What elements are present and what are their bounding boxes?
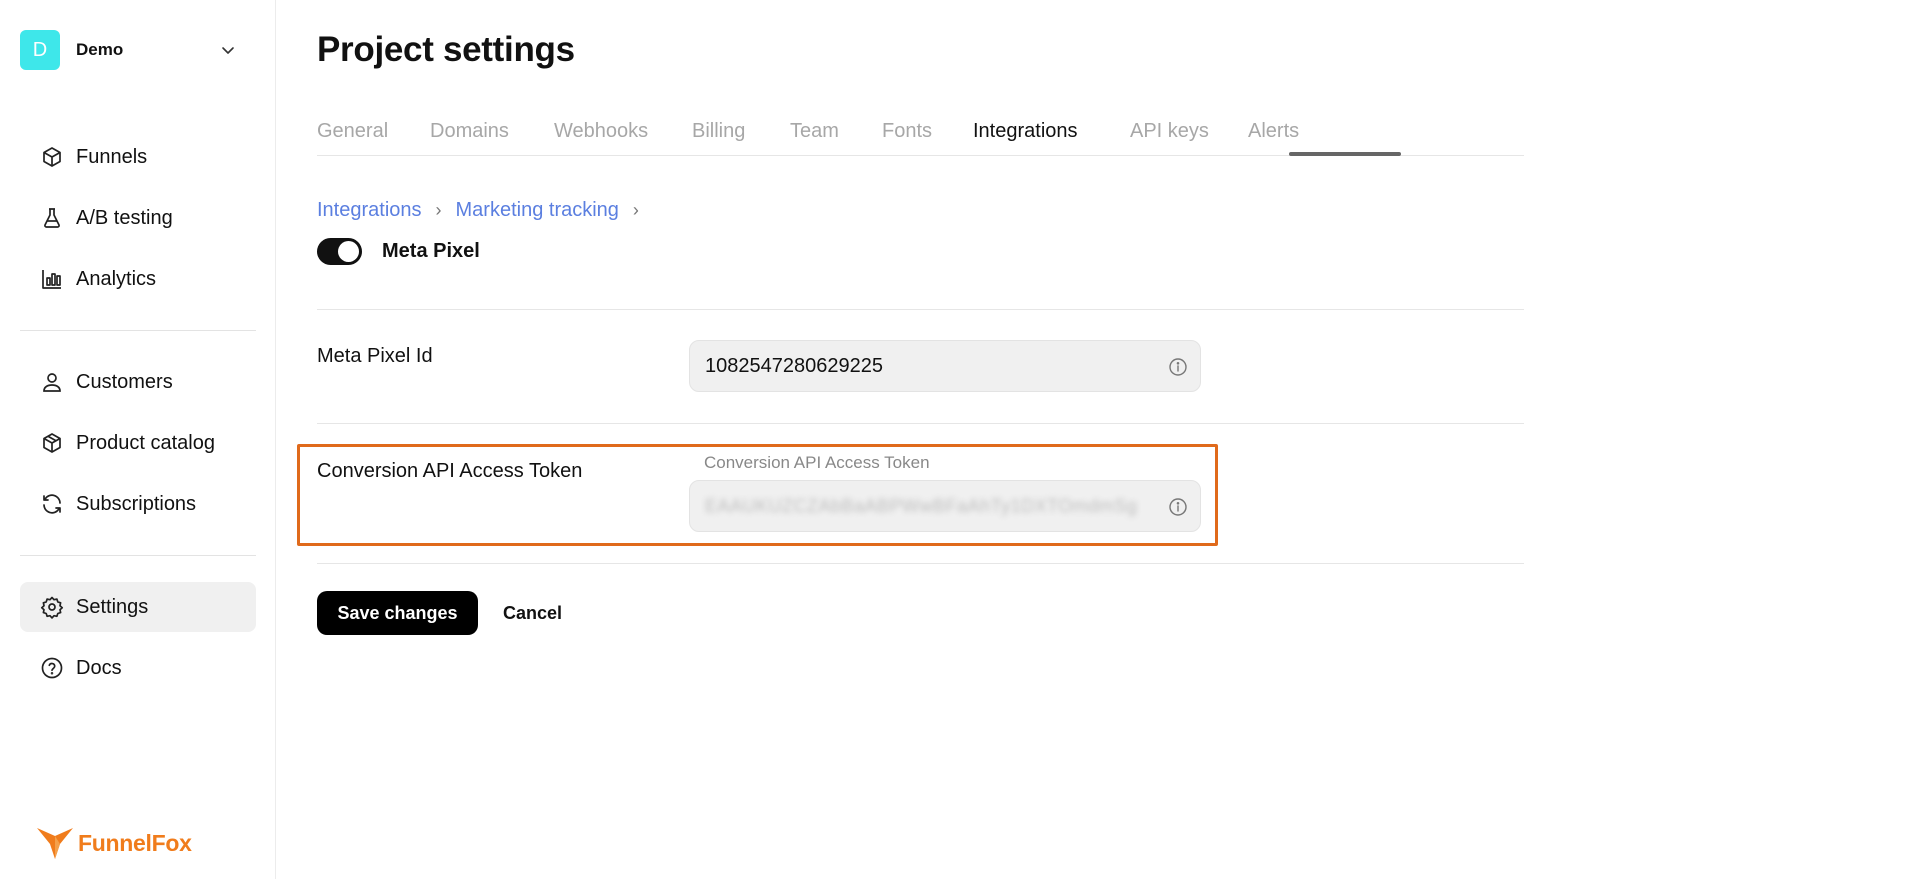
tab-billing[interactable]: Billing: [692, 120, 745, 143]
help-circle-icon: [41, 657, 63, 679]
workspace-switcher[interactable]: D Demo: [20, 30, 254, 70]
sidebar-item-label: A/B testing: [76, 206, 173, 229]
section-divider: [317, 563, 1524, 564]
info-icon[interactable]: [1168, 497, 1188, 517]
meta-pixel-id-input[interactable]: 1082547280629225: [689, 340, 1201, 392]
tab-api-keys[interactable]: API keys: [1130, 120, 1209, 143]
sidebar-divider: [20, 330, 256, 331]
sidebar-item-label: Subscriptions: [76, 492, 197, 515]
sidebar-item-label: Funnels: [76, 145, 148, 168]
user-icon: [43, 373, 61, 392]
chevron-right-icon: ›: [632, 200, 639, 220]
funnelfox-logo: FunnelFox: [36, 826, 192, 860]
sidebar-item-customers[interactable]: Customers: [20, 357, 256, 407]
meta-pixel-id-value: 1082547280629225: [705, 354, 883, 377]
tab-fonts[interactable]: Fonts: [882, 120, 932, 143]
cube-icon: [43, 147, 61, 167]
bar-chart-icon: [42, 270, 61, 289]
sidebar-item-label: Customers: [76, 370, 173, 393]
toggle-knob: [338, 241, 359, 262]
integration-name: Meta Pixel: [382, 240, 480, 262]
sidebar-divider: [20, 555, 256, 556]
tab-alerts[interactable]: Alerts: [1248, 120, 1299, 143]
chevron-down-icon: [222, 47, 234, 54]
sidebar-item-funnels[interactable]: Funnels: [20, 132, 256, 182]
access-token-label: Conversion API Access Token: [317, 460, 583, 482]
meta-pixel-toggle[interactable]: [317, 238, 362, 265]
tab-general[interactable]: General: [317, 120, 388, 143]
brand-name: FunnelFox: [78, 829, 192, 856]
sidebar: D Demo Funnels A/B testing Analytics Cus…: [0, 0, 276, 879]
info-icon[interactable]: [1168, 357, 1188, 377]
workspace-name: Demo: [76, 40, 124, 59]
settings-tabs: General Domains Webhooks Billing Team Fo…: [317, 112, 1524, 156]
sidebar-item-analytics[interactable]: Analytics: [20, 254, 256, 304]
meta-pixel-id-label: Meta Pixel Id: [317, 345, 433, 367]
sidebar-item-label: Product catalog: [76, 431, 215, 454]
save-changes-button[interactable]: Save changes: [317, 591, 478, 635]
sidebar-item-subscriptions[interactable]: Subscriptions: [20, 479, 256, 529]
sidebar-item-docs[interactable]: Docs: [20, 643, 256, 693]
refresh-icon: [43, 494, 61, 514]
access-token-floating-label: Conversion API Access Token: [704, 453, 930, 472]
sidebar-item-settings[interactable]: Settings: [20, 582, 256, 632]
breadcrumb-integrations[interactable]: Integrations: [317, 199, 422, 222]
sidebar-item-label: Docs: [76, 656, 122, 679]
sidebar-item-label: Analytics: [76, 267, 157, 290]
gear-icon: [40, 596, 64, 619]
breadcrumb: Integrations › Marketing tracking ›: [317, 199, 653, 222]
access-token-input[interactable]: EAAUKUZCZAbBaABPWwBFaAhTy1DXTOmdmSg: [689, 480, 1201, 532]
access-token-value: EAAUKUZCZAbBaABPWwBFaAhTy1DXTOmdmSg: [705, 495, 1138, 516]
tab-domains[interactable]: Domains: [430, 120, 509, 143]
package-icon: [43, 433, 61, 453]
section-divider: [317, 309, 1524, 310]
tab-integrations[interactable]: Integrations: [973, 120, 1078, 143]
page-title: Project settings: [317, 30, 575, 69]
active-tab-indicator: [1289, 152, 1401, 156]
section-divider: [317, 423, 1524, 424]
fox-logo-icon: [37, 828, 73, 859]
breadcrumb-marketing-tracking[interactable]: Marketing tracking: [456, 199, 619, 222]
sidebar-item-ab-testing[interactable]: A/B testing: [20, 193, 256, 243]
tab-team[interactable]: Team: [790, 120, 839, 143]
flask-icon: [44, 208, 60, 228]
chevron-right-icon: ›: [435, 200, 442, 220]
cancel-button[interactable]: Cancel: [503, 603, 562, 624]
workspace-avatar: D: [20, 30, 60, 70]
sidebar-item-product-catalog[interactable]: Product catalog: [20, 418, 256, 468]
sidebar-item-label: Settings: [76, 595, 149, 618]
tab-webhooks[interactable]: Webhooks: [554, 120, 648, 143]
